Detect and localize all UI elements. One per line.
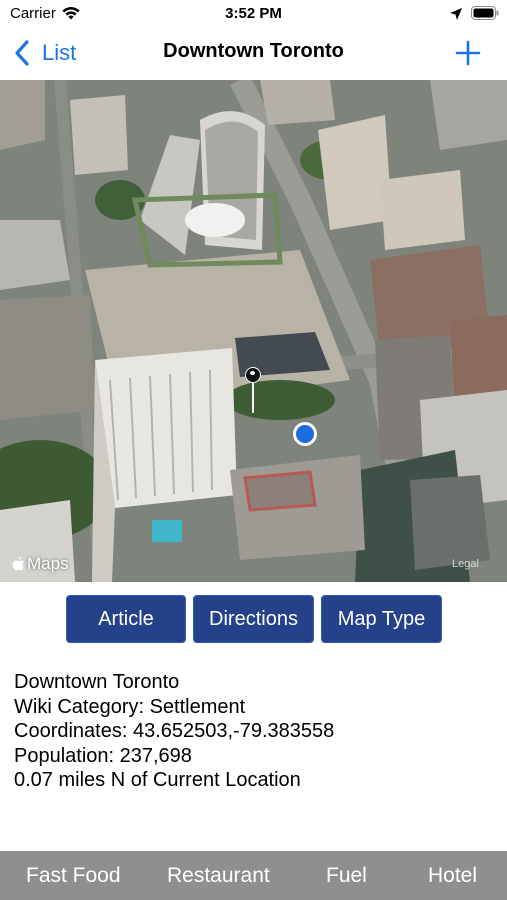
map-pin-highlight xyxy=(250,371,255,375)
tab-hotel[interactable]: Hotel xyxy=(428,851,477,900)
status-bar: Carrier 3:52 PM xyxy=(0,0,507,28)
tab-restaurant[interactable]: Restaurant xyxy=(167,851,270,900)
place-category: Wiki Category: Settlement xyxy=(14,695,246,718)
status-time: 3:52 PM xyxy=(225,5,282,22)
place-coordinates: Coordinates: 43.652503,-79.383558 xyxy=(14,720,335,743)
tab-fuel[interactable]: Fuel xyxy=(326,851,367,900)
tab-fast-food[interactable]: Fast Food xyxy=(26,851,121,900)
apple-logo-icon xyxy=(12,557,25,571)
user-location-dot xyxy=(296,425,314,443)
location-arrow-icon xyxy=(450,8,462,20)
legal-link[interactable]: Legal xyxy=(452,558,479,570)
battery-icon xyxy=(471,6,499,20)
map-pin-icon[interactable] xyxy=(245,367,261,383)
place-info: Downtown Toronto Wiki Category: Settleme… xyxy=(14,670,334,793)
map-type-button[interactable]: Map Type xyxy=(321,595,442,643)
map-view[interactable]: Maps Legal xyxy=(0,80,507,582)
article-button[interactable]: Article xyxy=(66,595,186,643)
map-pin-stem xyxy=(252,383,254,413)
place-population: Population: 237,698 xyxy=(14,744,192,767)
directions-button[interactable]: Directions xyxy=(193,595,314,643)
place-name: Downtown Toronto xyxy=(14,671,180,693)
plus-icon[interactable] xyxy=(455,40,481,66)
maps-attribution-label: Maps xyxy=(27,554,69,573)
navigation-bar: List Downtown Toronto xyxy=(0,28,507,80)
category-tab-bar: Fast Food Restaurant Fuel Hotel xyxy=(0,851,507,900)
place-distance: 0.07 miles N of Current Location xyxy=(14,769,301,792)
action-buttons: Article Directions Map Type xyxy=(0,595,507,643)
maps-attribution[interactable]: Maps xyxy=(12,554,69,574)
page-title: Downtown Toronto xyxy=(163,40,344,62)
map-satellite-imagery xyxy=(0,80,507,582)
